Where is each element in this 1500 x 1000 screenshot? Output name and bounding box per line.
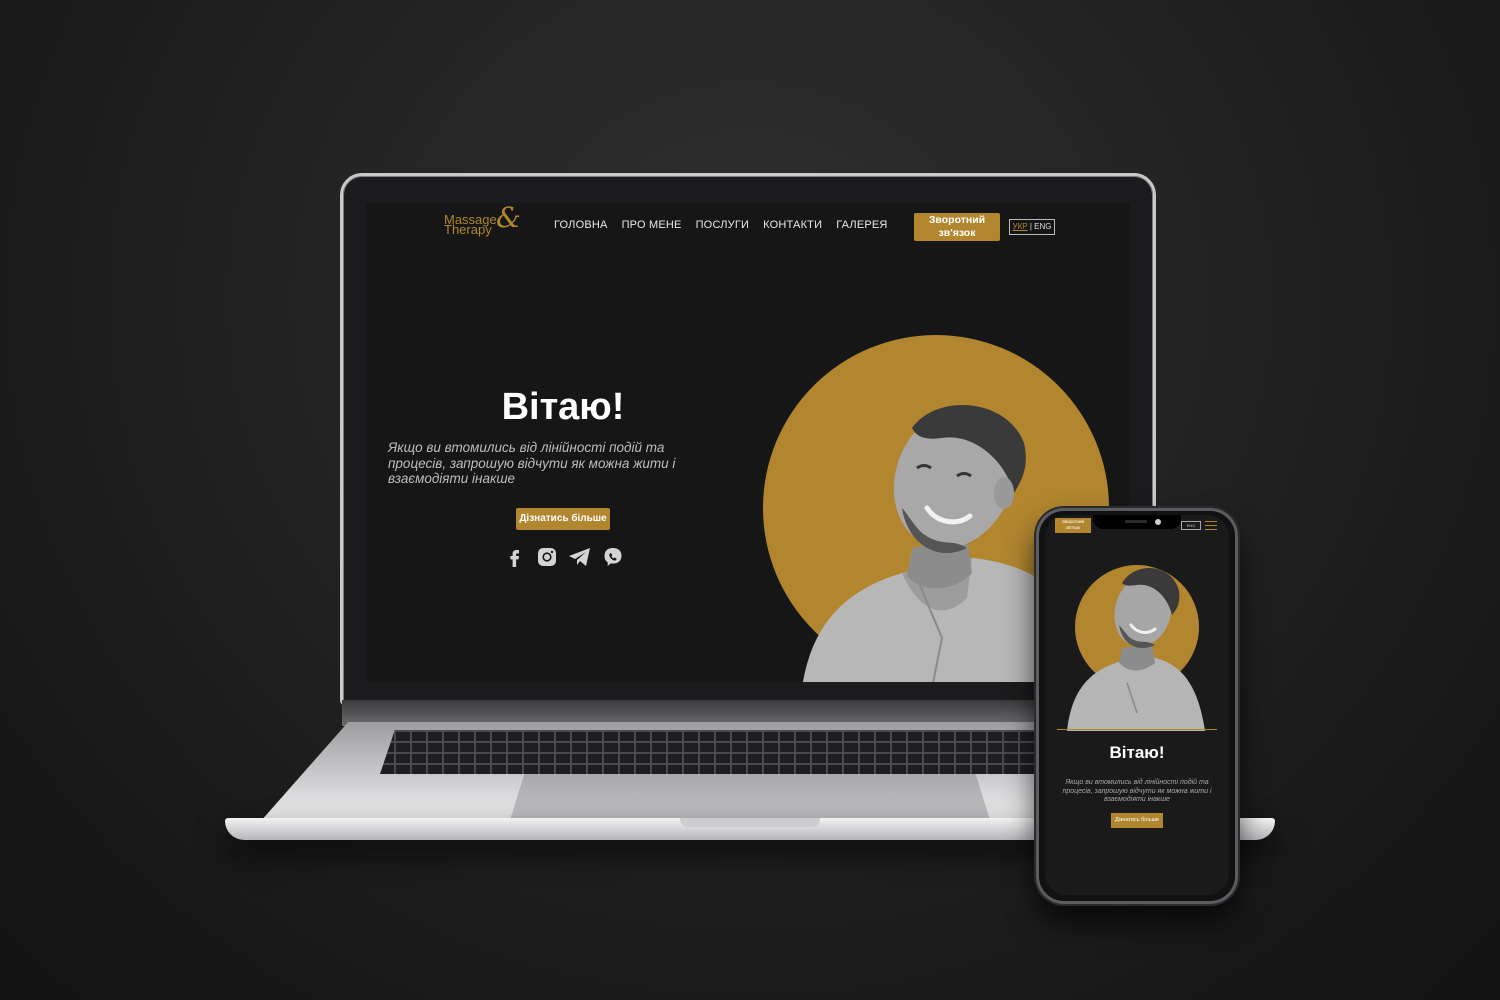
lang-ukr[interactable]: УКР <box>1013 222 1028 231</box>
hero-title: Вітаю! <box>501 386 625 428</box>
feedback-button[interactable]: Зворотний зв'язок <box>914 213 1000 241</box>
main-nav: ГОЛОВНА ПРО МЕНЕ ПОСЛУГИ КОНТАКТИ ГАЛЕРЕ… <box>554 219 888 231</box>
desktop-website: Massage Therapy & ГОЛОВНА ПРО МЕНЕ ПОСЛУ… <box>366 203 1130 682</box>
hamburger-menu-icon[interactable] <box>1205 521 1217 531</box>
mobile-hero-text: Якщо ви втомились від лінійності подій т… <box>1062 779 1212 803</box>
mobile-website: Зворотний зв'язок ENG Вітаю! Якщо ви вто… <box>1045 515 1229 895</box>
nav-item-gallery[interactable]: ГАЛЕРЕЯ <box>836 219 887 231</box>
site-logo[interactable]: Massage Therapy & <box>444 204 521 237</box>
phone-speaker <box>1125 520 1147 523</box>
instagram-icon[interactable] <box>536 546 558 568</box>
nav-item-about[interactable]: ПРО МЕНЕ <box>622 219 682 231</box>
nav-item-home[interactable]: ГОЛОВНА <box>554 219 608 231</box>
mobile-feedback-button[interactable]: Зворотний зв'язок <box>1055 518 1091 533</box>
telegram-icon[interactable] <box>568 546 592 568</box>
nav-item-services[interactable]: ПОСЛУГИ <box>696 219 750 231</box>
learn-more-button[interactable]: Дізнатись більше <box>516 508 610 530</box>
mobile-feedback-line-2: зв'язок <box>1065 525 1081 530</box>
facebook-icon[interactable] <box>504 546 526 568</box>
mobile-hero-title: Вітаю! <box>1109 743 1165 762</box>
laptop-notch <box>680 818 820 827</box>
logo-line-2: Therapy <box>444 222 492 237</box>
viber-icon[interactable] <box>602 546 624 568</box>
mobile-learn-more-button[interactable]: Дізнатись більше <box>1111 813 1163 828</box>
social-links <box>504 546 624 568</box>
phone-camera <box>1155 519 1161 525</box>
logo-ampersand: & <box>496 203 521 234</box>
lang-separator: | <box>1029 222 1032 231</box>
mobile-language-switcher[interactable]: ENG <box>1181 521 1201 530</box>
lang-eng[interactable]: ENG <box>1034 222 1051 231</box>
laptop-trackpad <box>510 774 990 820</box>
nav-item-contacts[interactable]: КОНТАКТИ <box>763 219 822 231</box>
language-switcher: УКР | ENG <box>1009 219 1055 235</box>
phone-notch <box>1093 515 1181 529</box>
hero-text: Якщо ви втомились від лінійності подій т… <box>388 440 676 486</box>
laptop-keyboard <box>380 730 1120 774</box>
mobile-hero-portrait <box>1067 568 1205 731</box>
mobile-divider <box>1057 729 1217 730</box>
feedback-button-line-1: Зворотний <box>928 214 986 226</box>
feedback-button-line-2: зв'язок <box>938 227 976 239</box>
